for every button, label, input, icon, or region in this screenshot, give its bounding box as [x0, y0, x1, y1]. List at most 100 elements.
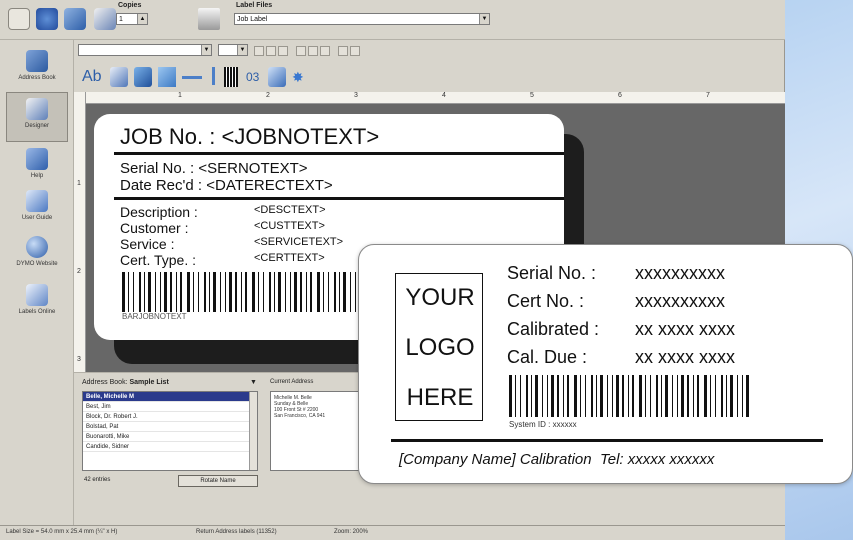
datetime-object-icon[interactable] — [268, 67, 286, 87]
divider-line — [114, 152, 564, 155]
chevron-down-icon[interactable]: ▼ — [201, 45, 211, 55]
globe-icon — [26, 236, 48, 258]
designer-icon — [26, 98, 48, 120]
clipart-object-icon[interactable]: ✸ — [292, 67, 312, 87]
spinner-arrows-icon[interactable]: ▲ — [137, 14, 147, 24]
zoom-status: Zoom: 200% — [334, 529, 369, 535]
cert-type-value[interactable]: <CERTTEXT> — [254, 252, 325, 264]
counter-object-icon[interactable]: 03 — [246, 67, 262, 87]
vertical-line-icon[interactable] — [210, 67, 216, 87]
service-key: Service : — [120, 236, 175, 252]
telephone: Tel: xxxxx xxxxxx — [599, 451, 715, 468]
text-object-icon[interactable]: Ab — [82, 67, 104, 87]
barcode-caption: BARJOBNOTEXT — [122, 312, 187, 321]
copies-spinner[interactable]: 1 ▲ — [116, 13, 148, 25]
chevron-down-icon[interactable]: ▼ — [237, 45, 247, 55]
sidebar-item-address-book[interactable]: Address Book — [0, 50, 74, 81]
address-list-name[interactable]: Sample List — [129, 379, 168, 386]
sidebar: Address Book Designer Help User Guide DY… — [0, 40, 74, 525]
shape-object-icon[interactable] — [158, 67, 176, 87]
align-left-button[interactable] — [296, 46, 306, 56]
calibrated-row: Calibrated : xx xxxx xxxx — [507, 319, 735, 340]
new-label-icon[interactable] — [8, 8, 30, 30]
sidebar-item-designer[interactable]: Designer — [0, 98, 74, 129]
printer-icon[interactable] — [198, 8, 220, 30]
vertical-text-button[interactable] — [350, 46, 360, 56]
copies-value: 1 — [119, 16, 123, 23]
sidebar-item-user-guide[interactable]: User Guide — [0, 190, 74, 221]
save-icon[interactable] — [64, 8, 86, 30]
rotate-name-button[interactable]: Rotate Name — [178, 475, 258, 487]
list-item[interactable]: Bolstad, Pat — [83, 422, 257, 432]
address-book-label: Address Book: — [82, 379, 128, 386]
address-list[interactable]: Belle, Michelle M Best, Jim Block, Dr. R… — [82, 391, 258, 471]
font-family-select[interactable]: ▼ — [78, 44, 212, 56]
description-key: Description : — [120, 204, 198, 220]
job-barcode[interactable] — [122, 272, 362, 312]
list-item[interactable]: Buonarotti, Mike — [83, 432, 257, 442]
sidebar-item-labels-online[interactable]: Labels Online — [0, 284, 74, 315]
label-size-status: Label Size = 54.0 mm x 25.4 mm (¼" x H) — [6, 529, 118, 535]
sidebar-item-label: Designer — [24, 123, 49, 129]
label-type-status: Return Address labels (11352) — [196, 529, 277, 535]
horizontal-line-icon[interactable] — [182, 67, 202, 87]
sidebar-item-label: Help — [30, 173, 44, 179]
logo-placeholder: YOUR LOGO HERE — [395, 273, 483, 421]
designer-toolbar: ▼ ▼ Ab 03 ✸ — [74, 40, 785, 92]
print-icon[interactable] — [94, 8, 116, 30]
address-object-icon[interactable] — [110, 67, 128, 87]
sidebar-item-label: User Guide — [21, 215, 53, 221]
customer-value[interactable]: <CUSTTEXT> — [254, 220, 325, 232]
main-toolbar: Copies 1 ▲ Label Files Job Label ▼ — [0, 0, 785, 40]
open-icon[interactable] — [36, 8, 58, 30]
shrink-to-fit-button[interactable] — [338, 46, 348, 56]
calibration-label-sample: YOUR LOGO HERE Serial No. : xxxxxxxxxx Ce… — [358, 244, 853, 484]
align-right-button[interactable] — [320, 46, 330, 56]
status-bar: Label Size = 54.0 mm x 25.4 mm (¼" x H) … — [0, 525, 785, 540]
italic-button[interactable] — [266, 46, 276, 56]
logo-text: YOUR — [405, 284, 475, 311]
serial-value: xxxxxxxxxx — [635, 263, 725, 283]
current-address-header: Current Address — [270, 379, 314, 385]
job-title-text[interactable]: JOB No. : <JOBNOTEXT> — [120, 124, 379, 150]
ruler-tick: 6 — [618, 92, 622, 99]
ruler-tick: 7 — [706, 92, 710, 99]
barcode-object-icon[interactable] — [224, 67, 238, 87]
chevron-down-icon[interactable]: ▼ — [479, 14, 489, 24]
chevron-down-icon[interactable]: ▼ — [250, 379, 257, 386]
divider-line — [391, 439, 823, 442]
description-value[interactable]: <DESCTEXT> — [254, 204, 326, 216]
label-files-select[interactable]: Job Label ▼ — [234, 13, 490, 25]
underline-button[interactable] — [278, 46, 288, 56]
system-id-text: System ID : xxxxxx — [509, 420, 577, 429]
serial-field-text[interactable]: Serial No. : <SERNOTEXT> — [120, 160, 308, 177]
entry-count: 42 entries — [84, 477, 111, 483]
service-value[interactable]: <SERVICETEXT> — [254, 236, 343, 248]
sidebar-item-dymo-website[interactable]: DYMO Website — [0, 236, 74, 267]
list-item[interactable]: Best, Jim — [83, 402, 257, 412]
cert-row: Cert No. : xxxxxxxxxx — [507, 291, 725, 312]
bold-button[interactable] — [254, 46, 264, 56]
copies-label: Copies — [118, 2, 142, 9]
sidebar-item-help[interactable]: Help — [0, 148, 74, 179]
cert-type-key: Cert. Type. : — [120, 252, 196, 268]
footer-text: [Company Name] Calibration Tel: xxxxx xx… — [399, 451, 714, 468]
user-guide-icon — [26, 190, 48, 212]
font-size-select[interactable]: ▼ — [218, 44, 248, 56]
divider-line — [114, 197, 564, 200]
image-object-icon[interactable] — [134, 67, 152, 87]
cal-due-row: Cal. Due : xx xxxx xxxx — [507, 347, 735, 368]
address-book-header: Address Book: Sample List ▼ — [82, 379, 257, 386]
ruler-tick: 2 — [77, 268, 81, 275]
align-center-button[interactable] — [308, 46, 318, 56]
scrollbar[interactable] — [249, 392, 257, 470]
list-item[interactable]: Belle, Michelle M — [83, 392, 257, 402]
customer-key: Customer : — [120, 220, 189, 236]
serial-key: Serial No. : — [507, 263, 597, 283]
labels-online-icon — [26, 284, 48, 306]
list-item[interactable]: Candide, Sidner — [83, 442, 257, 452]
date-field-text[interactable]: Date Rec'd : <DATERECTEXT> — [120, 177, 333, 194]
sidebar-item-label: DYMO Website — [16, 261, 58, 267]
list-item[interactable]: Block, Dr. Robert J. — [83, 412, 257, 422]
vertical-ruler: 1 2 3 — [74, 92, 86, 372]
